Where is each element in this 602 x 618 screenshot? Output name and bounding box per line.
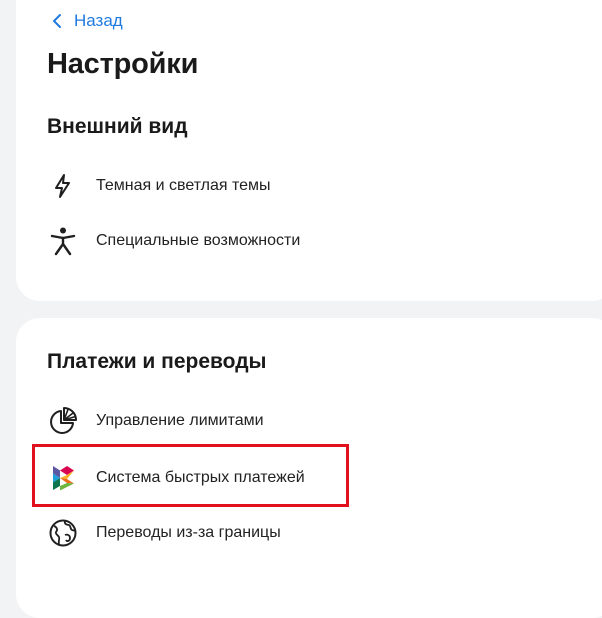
- chevron-left-icon: [52, 13, 62, 29]
- back-label: Назад: [74, 11, 123, 30]
- settings-item-accessibility[interactable]: Специальные возможности: [47, 223, 357, 259]
- settings-item-theme[interactable]: Темная и светлая темы: [47, 168, 357, 204]
- settings-item-label: Система быстрых платежей: [96, 469, 305, 486]
- settings-item-sbp[interactable]: Система быстрых платежей: [47, 460, 357, 496]
- settings-item-transfers-abroad[interactable]: Переводы из-за границы: [47, 515, 357, 551]
- settings-item-limits[interactable]: Управление лимитами: [47, 403, 357, 439]
- section-title-appearance: Внешний вид: [47, 115, 188, 138]
- settings-item-label: Специальные возможности: [96, 232, 301, 249]
- page-title: Настройки: [47, 48, 199, 80]
- back-button[interactable]: Назад: [52, 11, 123, 31]
- settings-item-label: Переводы из-за границы: [96, 524, 281, 541]
- pie-chart-icon: [47, 405, 79, 437]
- globe-icon: [47, 517, 79, 549]
- settings-item-label: Темная и светлая темы: [96, 177, 271, 194]
- settings-item-label: Управление лимитами: [96, 412, 264, 429]
- lightning-icon: [47, 170, 79, 202]
- section-title-payments: Платежи и переводы: [47, 350, 267, 373]
- accessibility-icon: [47, 225, 79, 257]
- sbp-logo-icon: [47, 462, 79, 494]
